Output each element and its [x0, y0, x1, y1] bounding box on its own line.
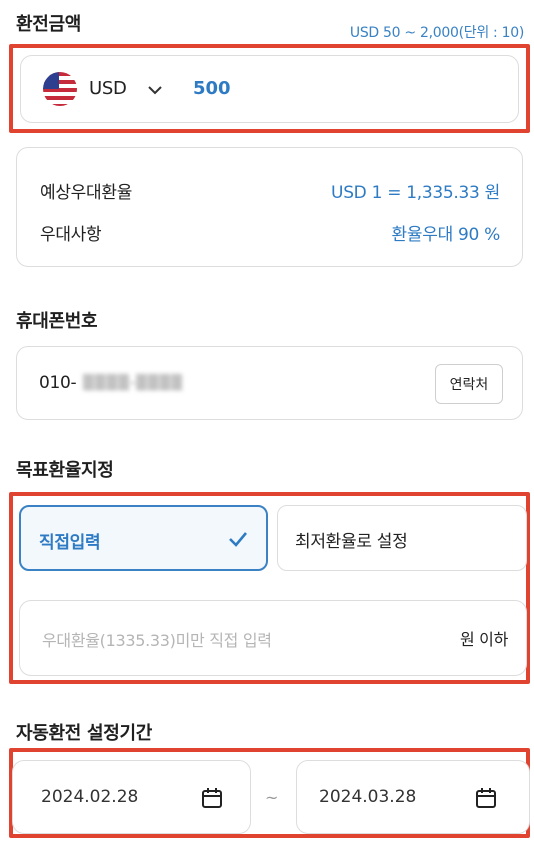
amount-value-input[interactable]: 500 — [193, 78, 231, 99]
chevron-down-icon[interactable] — [147, 82, 163, 96]
phone-input-card[interactable]: 010- ▒▒▒▒-▒▒▒▒ 연락처 — [16, 346, 523, 420]
target-rate-highlight-frame: 직접입력 최저환율로 설정 우대환율(1335.33)미만 직접 입력 원 이하 — [9, 492, 530, 684]
expected-rate-label: 예상우대환율 — [40, 183, 133, 203]
amount-input-card[interactable]: USD 500 — [20, 55, 519, 123]
end-date-field[interactable]: 2024.03.28 — [296, 760, 530, 834]
contacts-button[interactable]: 연락처 — [435, 364, 503, 404]
preference-value: 환율우대 90 % — [391, 225, 501, 245]
calendar-icon[interactable] — [475, 787, 497, 809]
target-rate-input-card[interactable]: 우대환율(1335.33)미만 직접 입력 원 이하 — [19, 600, 527, 676]
target-rate-input[interactable]: 우대환율(1335.33)미만 직접 입력 — [42, 627, 272, 651]
option-direct-input-button[interactable]: 직접입력 — [19, 505, 268, 571]
option-direct-input-label: 직접입력 — [39, 533, 101, 553]
calendar-icon[interactable] — [201, 787, 223, 809]
amount-range-hint: USD 50 ~ 2,000(단위 : 10) — [349, 25, 524, 41]
amount-title: 환전금액 — [16, 14, 82, 35]
us-flag-icon — [43, 72, 77, 106]
date-range-separator: ~ — [265, 788, 279, 807]
preference-label: 우대사항 — [40, 225, 102, 245]
period-highlight-frame: 2024.02.28 ~ 2024.03.28 — [9, 748, 530, 838]
target-rate-title: 목표환율지정 — [16, 460, 114, 481]
rate-info-card: 예상우대환율 USD 1 = 1,335.33 원 우대사항 환율우대 90 % — [16, 147, 523, 267]
phone-number-prefix: 010- — [39, 373, 77, 393]
start-date-field[interactable]: 2024.02.28 — [12, 760, 251, 834]
start-date-value: 2024.02.28 — [41, 787, 139, 807]
period-title: 자동환전 설정기간 — [16, 723, 153, 744]
phone-title: 휴대폰번호 — [16, 311, 98, 332]
unit-suffix: 원 이하 — [459, 630, 508, 649]
option-lowest-rate-label: 최저환율로 설정 — [295, 532, 408, 552]
option-lowest-rate-button[interactable]: 최저환율로 설정 — [277, 505, 527, 571]
amount-highlight-frame: USD 500 — [9, 44, 530, 133]
check-icon — [228, 531, 248, 547]
end-date-value: 2024.03.28 — [319, 787, 417, 807]
currency-selector[interactable]: USD — [89, 78, 127, 99]
phone-number-masked: ▒▒▒▒-▒▒▒▒ — [83, 375, 184, 391]
expected-rate-value: USD 1 = 1,335.33 원 — [331, 183, 500, 203]
